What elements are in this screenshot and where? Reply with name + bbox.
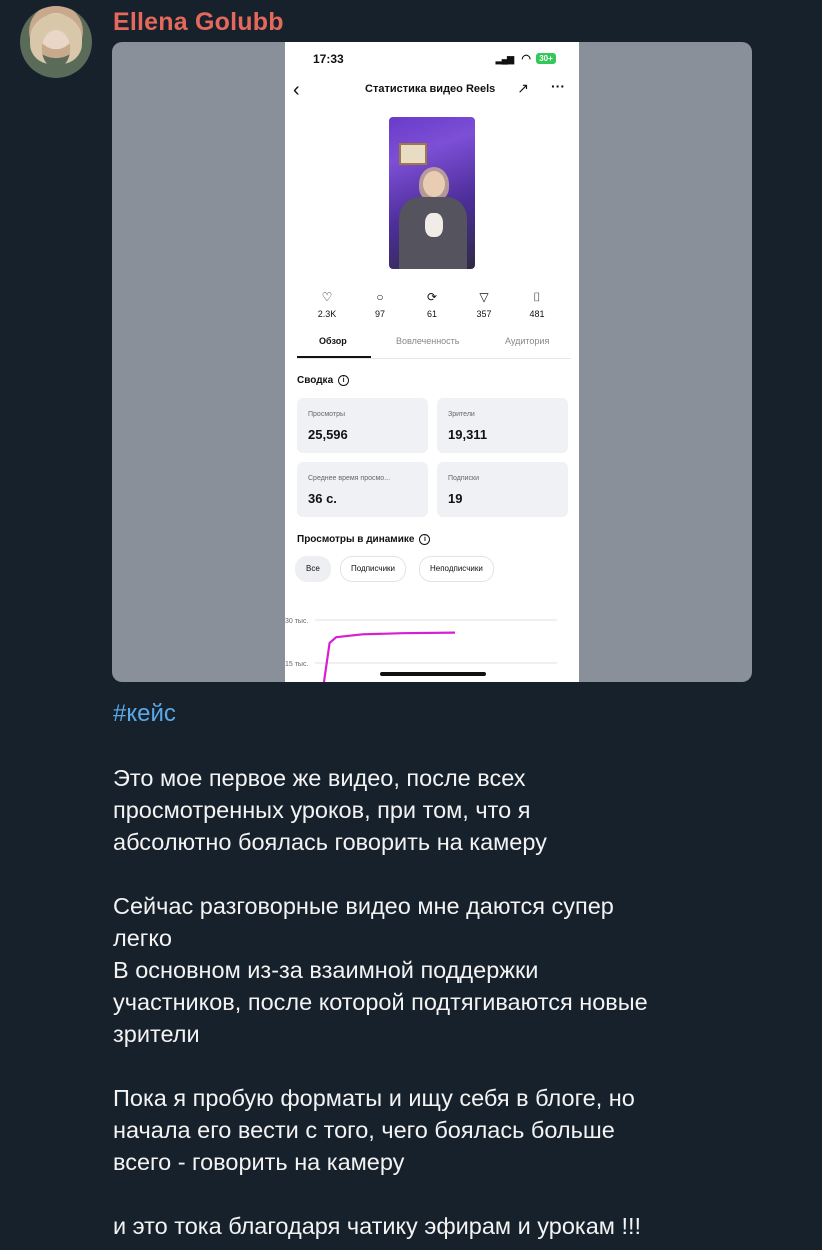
status-time: 17:33	[313, 52, 344, 66]
sender-name[interactable]: Ellena Golubb	[113, 8, 284, 37]
message-text: Это мое первое же видео, после всех прос…	[113, 765, 648, 1239]
tabs: Обзор Вовлеченность Аудитория	[297, 334, 571, 359]
more-icon: ···	[551, 78, 565, 94]
card-viewers: Зрители 19,311	[437, 398, 568, 453]
video-thumbnail	[389, 117, 475, 269]
stat-comments: ○ 97	[360, 290, 400, 319]
y-tick-label: 30 тыс.	[285, 618, 308, 625]
back-icon: ‹	[293, 79, 300, 101]
face-shape	[423, 171, 445, 197]
engagement-stats: ♡ 2.3K ○ 97 ⟳ 61 ▽ 357 ⌷ 481	[285, 290, 579, 324]
avatar-image	[30, 14, 82, 64]
repost-icon: ⟳	[426, 290, 438, 304]
summary-heading: Сводка i	[297, 375, 350, 386]
stat-value: 481	[529, 309, 545, 319]
dynamics-heading: Просмотры в динамике i	[297, 534, 431, 545]
cat-shape	[425, 213, 443, 237]
card-value: 19,311	[448, 427, 488, 442]
y-tick-label: 15 тыс.	[285, 661, 308, 668]
comment-icon: ○	[376, 290, 384, 304]
photo-attachment[interactable]: 17:33 ▂▄▆ ◠ 30+ ‹ Статистика видео Reels…	[112, 42, 752, 682]
stat-value: 97	[374, 309, 385, 319]
chip-followers: Подписчики	[340, 556, 407, 582]
hashtag-link[interactable]: #кейс	[113, 700, 176, 728]
card-label: Подписки	[448, 475, 480, 482]
home-indicator	[380, 672, 486, 676]
card-value: 19	[448, 491, 463, 506]
battery-icon: 30+	[536, 53, 556, 64]
stat-shares: ▽ 357	[464, 290, 504, 319]
chat-message: Ellena Golubb 17:33 ▂▄▆ ◠ 30+ ‹ Статисти…	[0, 0, 822, 1250]
instagram-screenshot: 17:33 ▂▄▆ ◠ 30+ ‹ Статистика видео Reels…	[285, 42, 579, 682]
page-title: Статистика видео Reels	[365, 83, 496, 95]
stat-reposts: ⟳ 61	[412, 290, 452, 319]
card-value: 25,596	[308, 427, 348, 442]
card-views: Просмотры 25,596	[297, 398, 428, 453]
avatar[interactable]	[20, 6, 92, 78]
dynamics-title: Просмотры в динамике	[297, 534, 415, 545]
info-icon: i	[338, 375, 350, 386]
stat-value: 357	[476, 309, 492, 319]
card-follows: Подписки 19	[437, 462, 568, 517]
stat-value: 61	[426, 309, 437, 319]
views-chart: 30 тыс. 15 тыс.	[285, 618, 557, 682]
tab-audience: Аудитория	[505, 336, 550, 346]
trend-icon: ↗	[517, 80, 529, 96]
tab-overview: Обзор	[319, 336, 347, 346]
card-label: Среднее время просмо...	[308, 475, 391, 482]
info-icon: i	[419, 534, 431, 545]
share-icon: ▽	[479, 290, 489, 304]
chip-all: Все	[295, 556, 331, 582]
card-label: Зрители	[448, 411, 475, 418]
status-bar: 17:33 ▂▄▆ ◠ 30+	[285, 52, 579, 68]
chip-non-followers: Неподписчики	[419, 556, 494, 582]
card-label: Просмотры	[308, 411, 345, 418]
stat-value: 2.3K	[317, 309, 337, 319]
wifi-icon: ◠	[521, 53, 531, 65]
card-avg-watch-time: Среднее время просмо... 36 с.	[297, 462, 428, 517]
stat-likes: ♡ 2.3K	[307, 290, 347, 319]
stat-saves: ⌷ 481	[517, 290, 557, 319]
filter-chips: Все Подписчики Неподписчики	[295, 556, 579, 582]
card-value: 36 с.	[308, 491, 337, 506]
bookmark-icon: ⌷	[533, 290, 541, 304]
signal-icon: ▂▄▆	[495, 54, 514, 64]
active-tab-indicator	[297, 356, 371, 358]
tab-engagement: Вовлеченность	[396, 336, 460, 346]
summary-title: Сводка	[297, 375, 334, 386]
heart-icon: ♡	[321, 290, 333, 304]
tv-prop	[399, 143, 427, 165]
nav-bar: ‹ Статистика видео Reels ↗ ···	[285, 78, 579, 104]
